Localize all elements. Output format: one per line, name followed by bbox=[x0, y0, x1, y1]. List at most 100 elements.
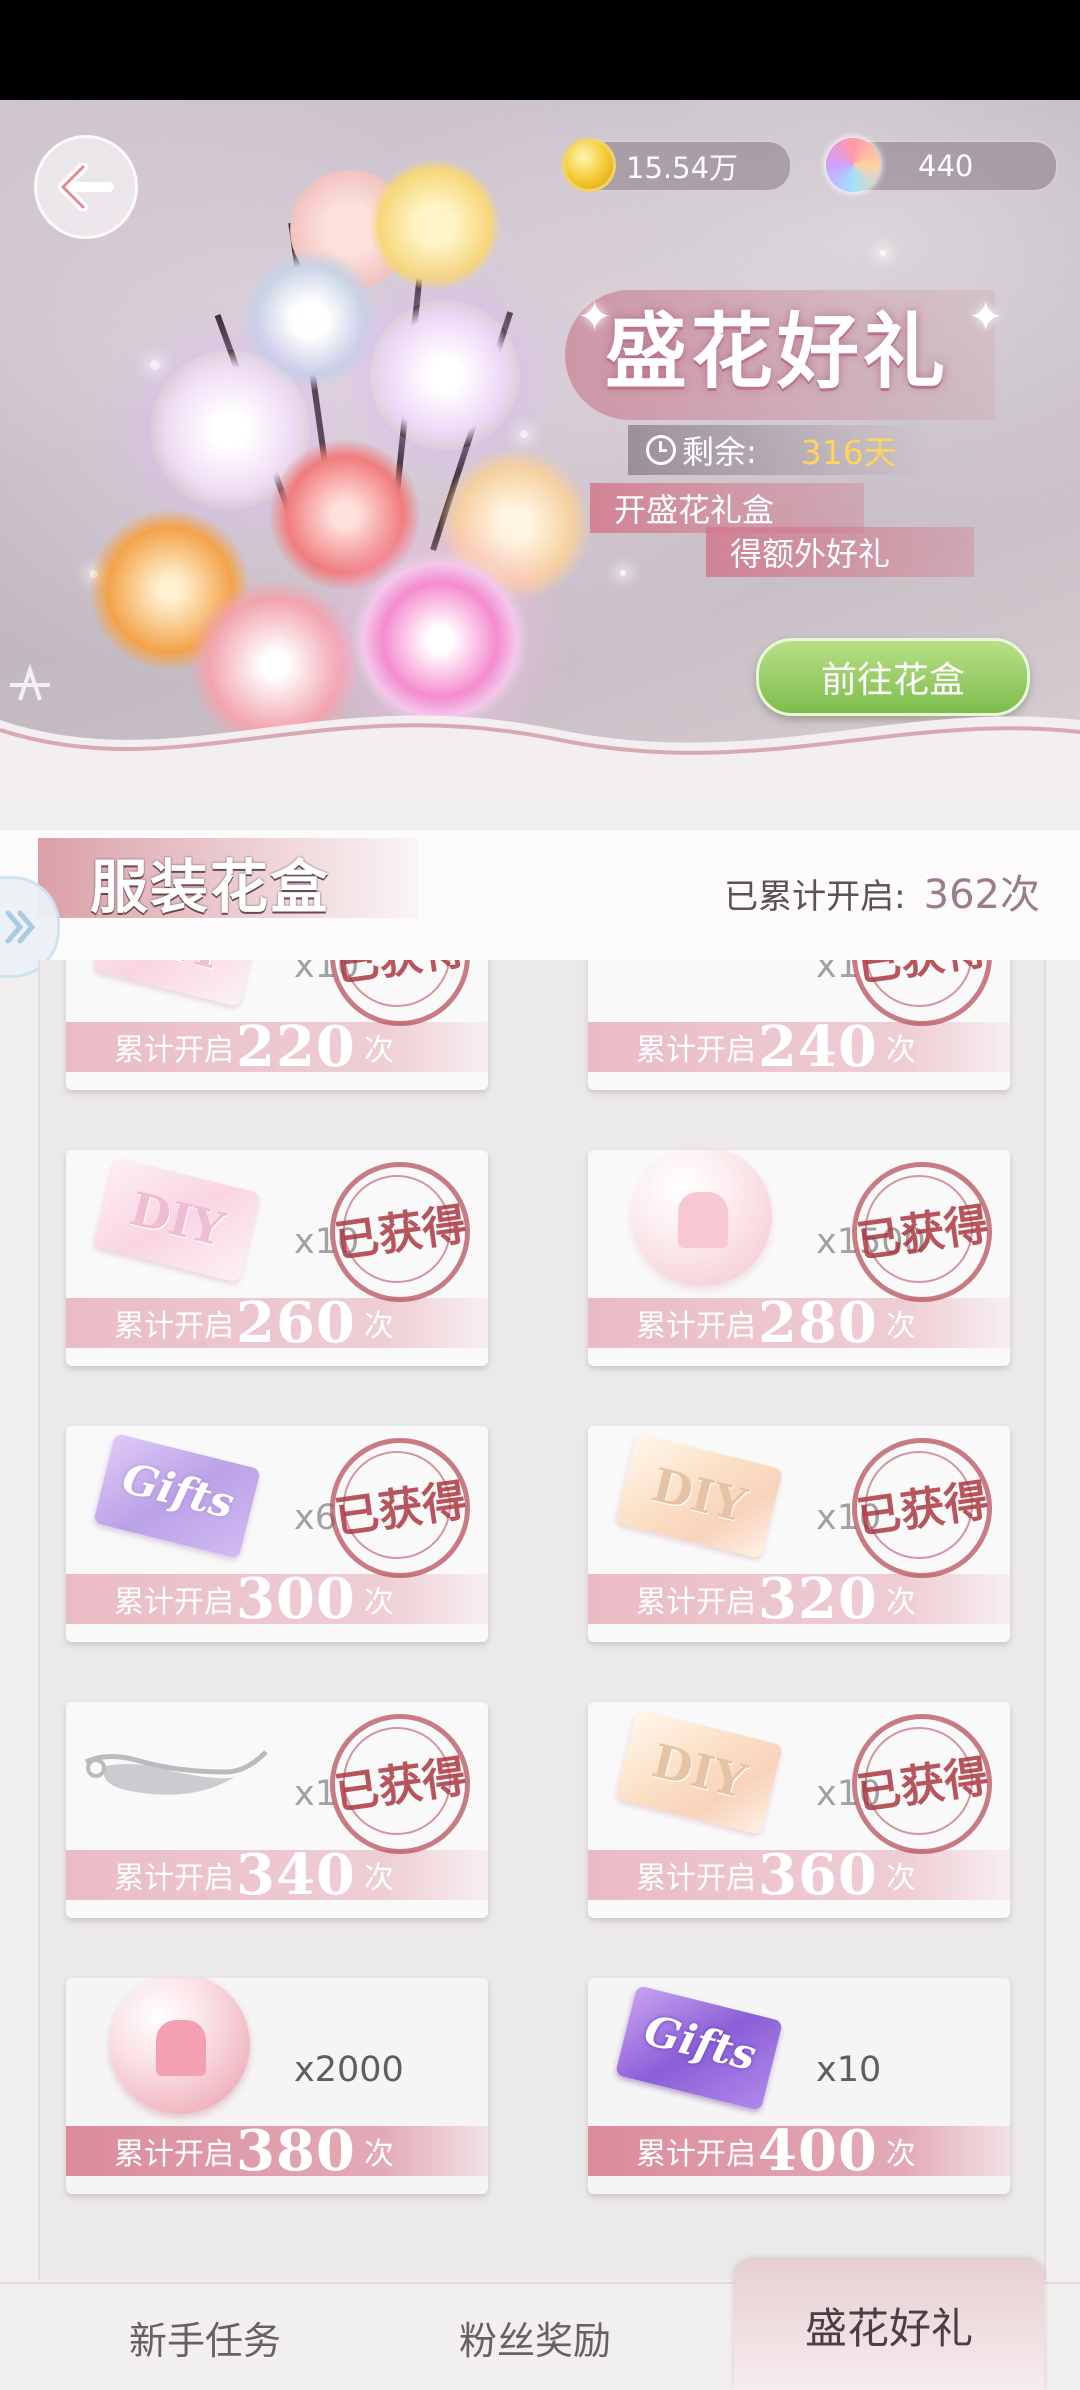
tab-blossom-gifts[interactable]: 盛花好礼 bbox=[734, 2260, 1044, 2390]
tab-fan-rewards[interactable]: 粉丝奖励 bbox=[370, 2284, 700, 2390]
gift-ticket-icon: Gifts bbox=[93, 1433, 261, 1559]
milestone-label: 累计开启 bbox=[636, 1585, 756, 1620]
reward-card[interactable]: DIY x10 已获得 累计开启 360 次 bbox=[588, 1702, 1010, 1918]
claimed-stamp: 已获得 bbox=[330, 1438, 470, 1578]
coin-amount: 15.54万 bbox=[626, 151, 739, 185]
milestone-label: 累计开启 bbox=[636, 2137, 756, 2172]
event-title: 盛花好礼 bbox=[605, 304, 950, 400]
coin-balance[interactable]: 15.54万 bbox=[562, 138, 792, 192]
dress-bubble-icon bbox=[110, 1978, 250, 2114]
total-opened-count: 362次 bbox=[923, 872, 1040, 918]
claimed-stamp: 已获得 bbox=[330, 1714, 470, 1854]
claimed-stamp: 已获得 bbox=[852, 1714, 992, 1854]
milestone-unit: 次 bbox=[885, 1309, 916, 1344]
reward-card[interactable]: x2000 累计开启 380 次 bbox=[66, 1978, 488, 2194]
milestone-label: 累计开启 bbox=[114, 1309, 234, 1344]
reward-card[interactable]: x1 已获得 累计开启 340 次 bbox=[66, 1702, 488, 1918]
milestone-count: 360 bbox=[758, 1842, 878, 1908]
claimed-stamp-text: 已获得 bbox=[331, 1475, 470, 1544]
reward-card[interactable]: x1500 已获得 累计开启 280 次 bbox=[588, 1150, 1010, 1366]
milestone-bar: 累计开启 340 次 bbox=[66, 1842, 488, 1908]
milestone-label: 累计开启 bbox=[636, 1309, 756, 1344]
milestone-unit: 次 bbox=[885, 1861, 916, 1896]
milestone-count: 240 bbox=[758, 1014, 878, 1080]
sparkle-icon: ✦ bbox=[968, 292, 1004, 341]
reward-card[interactable]: DIY x10 已获得 累计开启 260 次 bbox=[66, 1150, 488, 1366]
remaining-days: 316天 bbox=[800, 433, 897, 472]
claimed-stamp-text: 已获得 bbox=[853, 1751, 992, 1820]
back-button[interactable] bbox=[34, 135, 138, 239]
reward-quantity: x2000 bbox=[294, 2050, 404, 2090]
gift-ticket-text: Gifts bbox=[117, 1453, 240, 1529]
total-opened-label: 已累计开启: bbox=[724, 877, 906, 917]
milestone-unit: 次 bbox=[885, 1033, 916, 1068]
milestone-count: 320 bbox=[758, 1566, 878, 1632]
bottom-tab-bar: 新手任务 粉丝奖励 盛花好礼 bbox=[0, 2260, 1080, 2390]
dress-bubble-icon bbox=[632, 1150, 772, 1286]
reward-card[interactable]: Gifts x6 已获得 累计开启 300 次 bbox=[66, 1426, 488, 1642]
claimed-stamp: 已获得 bbox=[852, 1438, 992, 1578]
section-header: 服装花盒 已累计开启: 362次 bbox=[0, 830, 1080, 978]
reward-quantity: x10 bbox=[816, 2050, 882, 2090]
arrow-left-icon bbox=[58, 163, 114, 211]
tab-newbie-tasks[interactable]: 新手任务 bbox=[40, 2284, 370, 2390]
milestone-unit: 次 bbox=[363, 1309, 394, 1344]
milestone-bar: 累计开启 400 次 bbox=[588, 2118, 1010, 2184]
claimed-stamp: 已获得 bbox=[330, 1162, 470, 1302]
claimed-stamp-text: 已获得 bbox=[853, 1199, 992, 1268]
milestone-bar: 累计开启 220 次 bbox=[66, 1014, 488, 1080]
reward-card[interactable]: x1已获得 累计开启 240 次 bbox=[588, 960, 1010, 1090]
clock-icon bbox=[646, 435, 676, 465]
milestone-label: 累计开启 bbox=[114, 1585, 234, 1620]
gem-balance[interactable]: 440 bbox=[826, 138, 1058, 192]
gift-ticket-text: Gifts bbox=[639, 2005, 762, 2081]
claimed-stamp-text: 已获得 bbox=[331, 1199, 470, 1268]
milestone-bar: 累计开启 260 次 bbox=[66, 1290, 488, 1356]
milestone-count: 220 bbox=[236, 1014, 356, 1080]
gift-ticket-icon: Gifts bbox=[615, 1985, 783, 2111]
promo-line-2: 得额外好礼 bbox=[706, 527, 974, 577]
milestone-count: 280 bbox=[758, 1290, 878, 1356]
milestone-unit: 次 bbox=[363, 2137, 394, 2172]
claimed-stamp-text: 已获得 bbox=[853, 1475, 992, 1544]
milestone-unit: 次 bbox=[885, 1585, 916, 1620]
claimed-stamp-text: 已获得 bbox=[833, 960, 1010, 997]
milestone-label: 累计开启 bbox=[636, 1861, 756, 1896]
milestone-count: 340 bbox=[236, 1842, 356, 1908]
remaining-time: 剩余: 316天 bbox=[628, 425, 928, 475]
diy-ticket-text: DIY bbox=[646, 1457, 752, 1533]
milestone-unit: 次 bbox=[363, 1585, 394, 1620]
milestone-count: 300 bbox=[236, 1566, 356, 1632]
claimed-stamp-text: 已获得 bbox=[311, 960, 488, 997]
status-bar bbox=[0, 0, 1080, 100]
claimed-stamp-text: 已获得 bbox=[331, 1751, 470, 1820]
event-banner: 15.54万 440 盛花好礼 ✦ ✦ 剩余: 316天 开盛花礼盒 得额外好礼… bbox=[0, 100, 1080, 790]
reward-list[interactable]: DIYx10已获得 累计开启 220 次 x1已获得 累计开启 240 次 DI… bbox=[0, 960, 1080, 2280]
milestone-label: 累计开启 bbox=[114, 1861, 234, 1896]
promo-line-1: 开盛花礼盒 bbox=[590, 483, 864, 533]
reward-card[interactable]: DIYx10已获得 累计开启 220 次 bbox=[66, 960, 488, 1090]
diy-ticket-text: DIY bbox=[646, 1733, 752, 1809]
milestone-bar: 累计开启 360 次 bbox=[588, 1842, 1010, 1908]
total-opened: 已累计开启: 362次 bbox=[724, 862, 1040, 920]
gem-amount: 440 bbox=[918, 149, 974, 183]
milestone-count: 400 bbox=[758, 2118, 878, 2184]
milestone-unit: 次 bbox=[363, 1861, 394, 1896]
sparkle-icon: ✦ bbox=[577, 292, 613, 341]
diy-ticket-icon: DIY bbox=[93, 1157, 261, 1283]
milestone-label: 累计开启 bbox=[114, 1033, 234, 1068]
milestone-bar: 累计开启 300 次 bbox=[66, 1566, 488, 1632]
milestone-count: 260 bbox=[236, 1290, 356, 1356]
reward-card[interactable]: DIY x10 已获得 累计开启 320 次 bbox=[588, 1426, 1010, 1642]
milestone-bar: 累计开启 320 次 bbox=[588, 1566, 1010, 1632]
remaining-label: 剩余: bbox=[682, 433, 757, 471]
milestone-bar: 累计开启 380 次 bbox=[66, 2118, 488, 2184]
double-chevron-right-icon bbox=[5, 910, 36, 944]
reward-card[interactable]: Gifts x10 累计开启 400 次 bbox=[588, 1978, 1010, 2194]
gem-icon bbox=[826, 138, 880, 192]
milestone-bar: 累计开启 280 次 bbox=[588, 1290, 1010, 1356]
milestone-count: 380 bbox=[236, 2118, 356, 2184]
coin-icon bbox=[562, 138, 616, 192]
milestone-unit: 次 bbox=[885, 2137, 916, 2172]
milestone-label: 累计开启 bbox=[114, 2137, 234, 2172]
